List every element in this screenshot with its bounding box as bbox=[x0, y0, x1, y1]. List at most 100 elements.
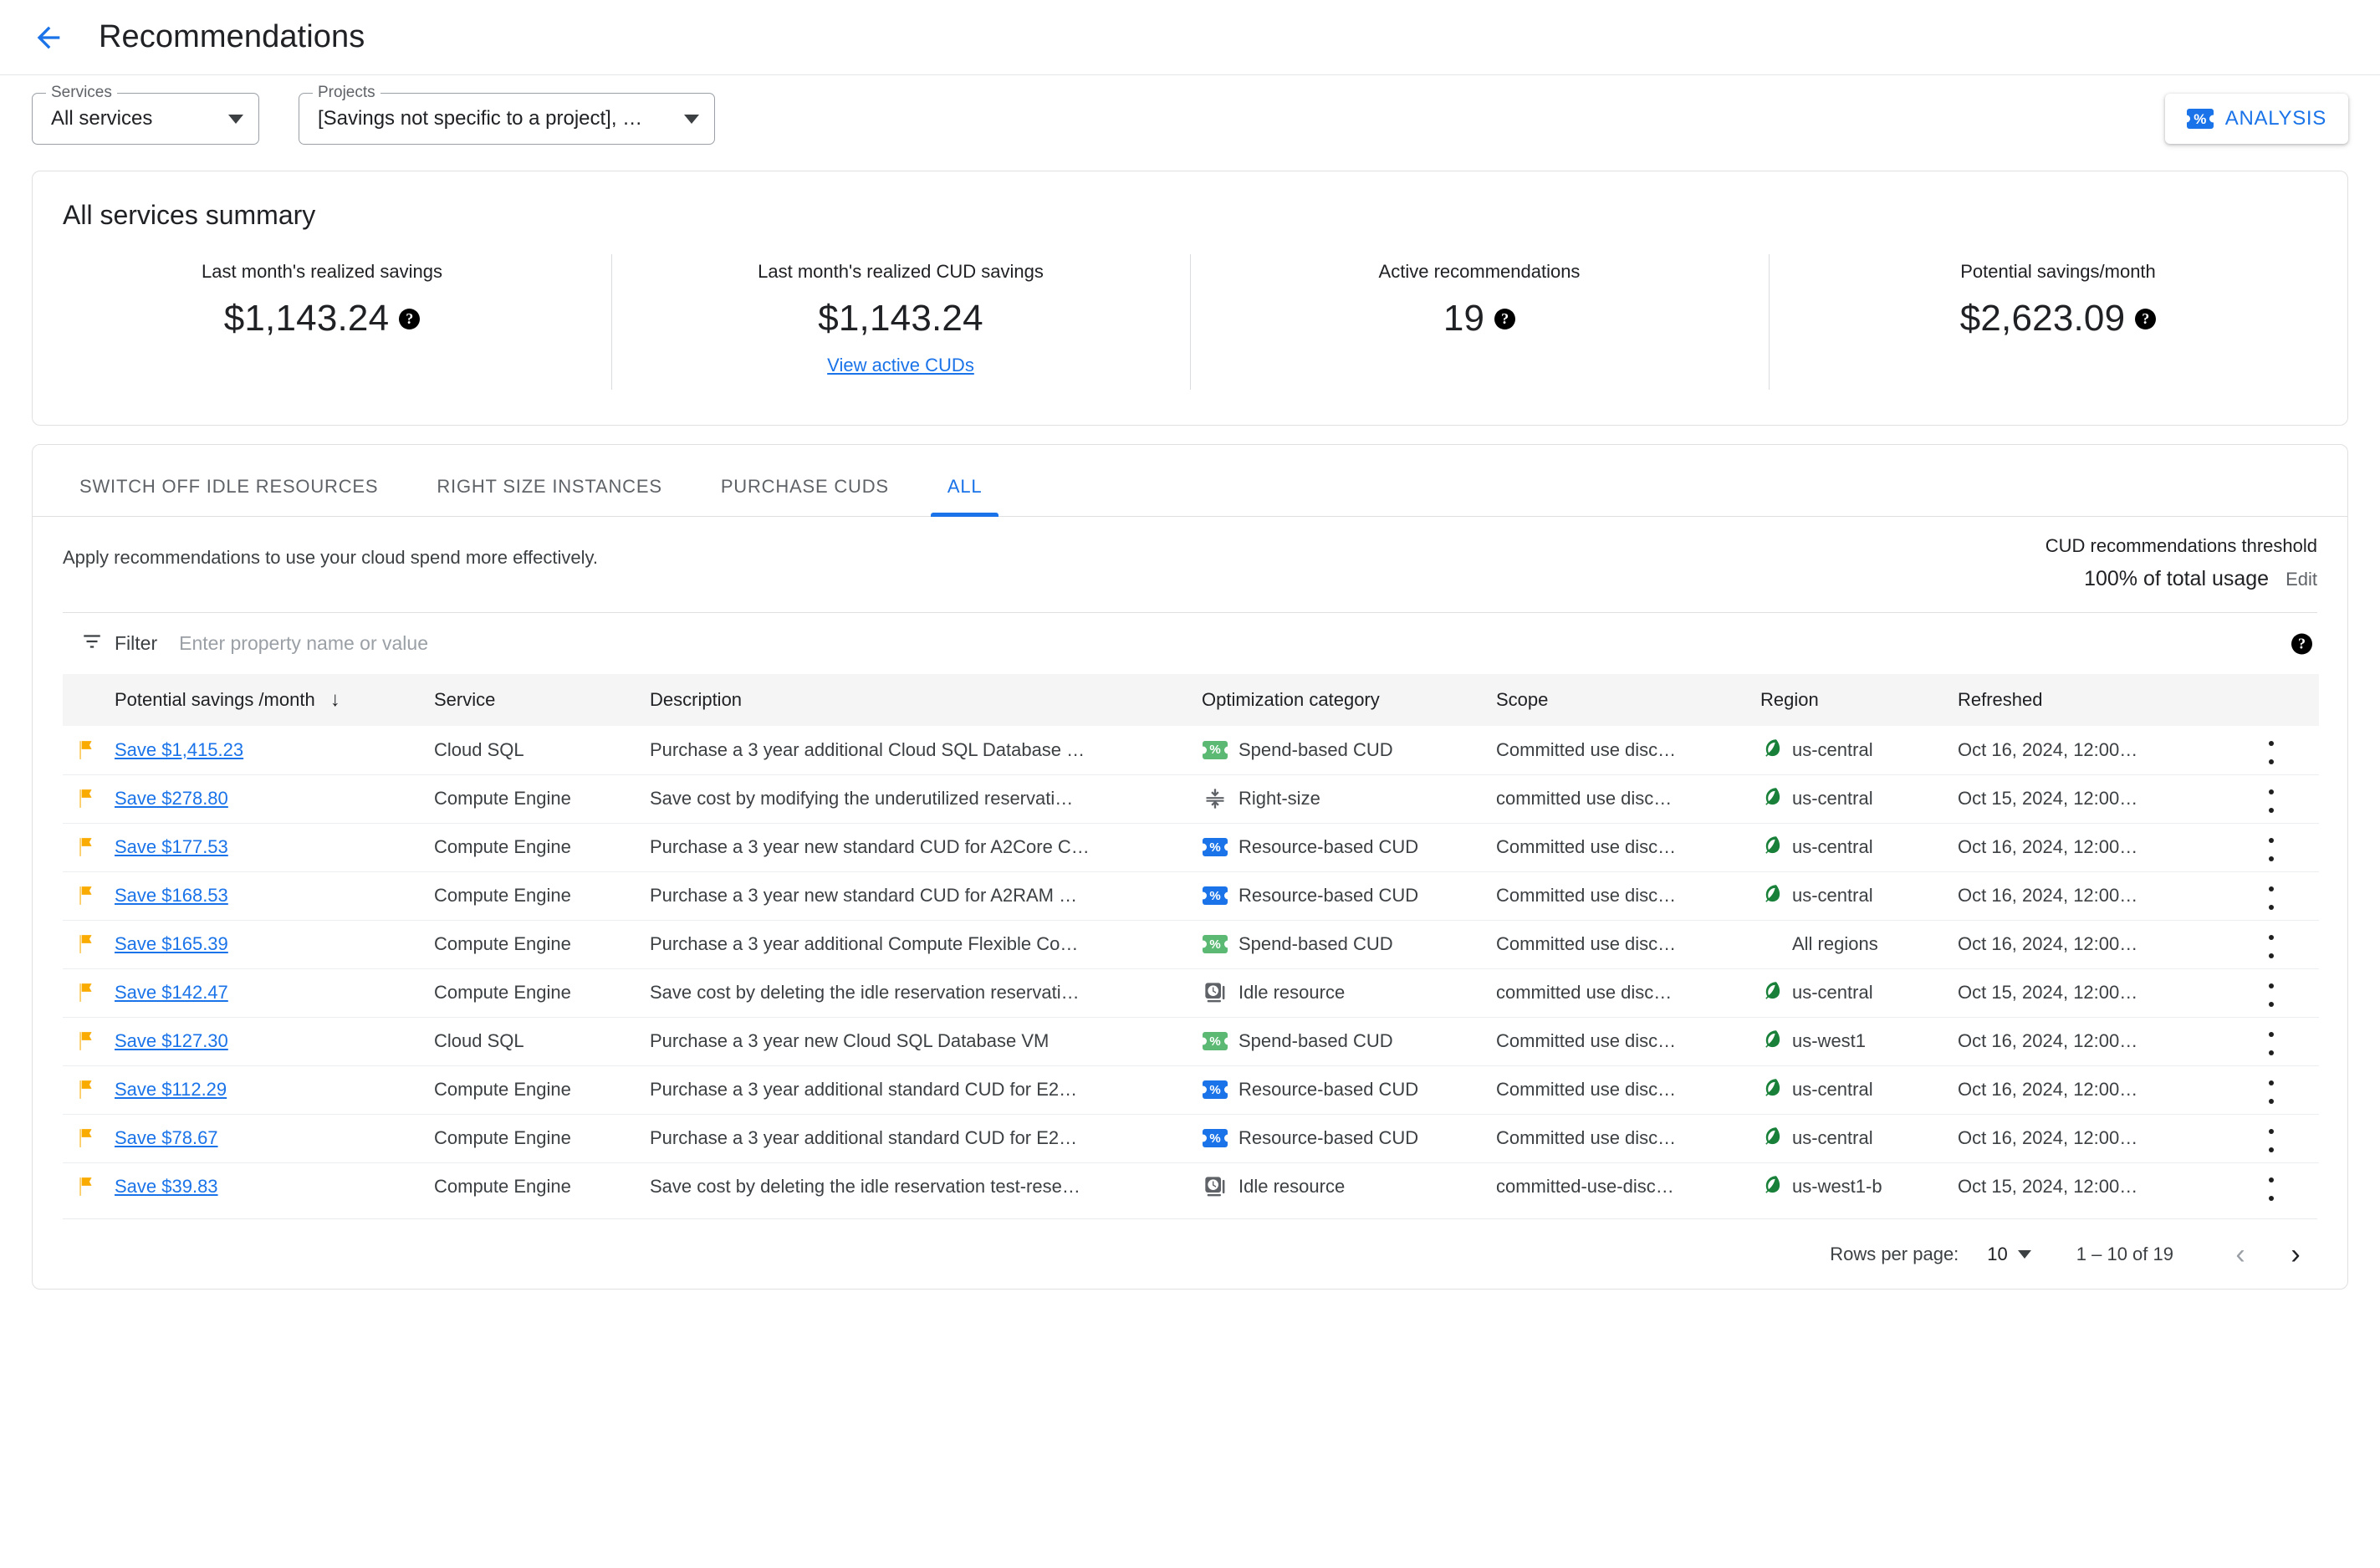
services-select-legend: Services bbox=[46, 84, 117, 101]
leaf-icon bbox=[1760, 1028, 1782, 1055]
flag-icon bbox=[74, 786, 98, 811]
savings-link[interactable]: Save $39.83 bbox=[115, 1176, 218, 1197]
row-region-cell: us-central bbox=[1752, 968, 1949, 1017]
row-savings-cell: Save $165.39 bbox=[106, 920, 426, 968]
table-header-row: Potential savings /month ↓ Service Descri… bbox=[63, 674, 2319, 726]
metric-label: Potential savings/month bbox=[1960, 261, 2156, 282]
rows-per-page-value: 10 bbox=[1987, 1243, 2008, 1264]
row-actions-cell bbox=[2260, 823, 2319, 871]
row-savings-cell: Save $142.47 bbox=[106, 968, 426, 1017]
table-row[interactable]: Save $127.30 Cloud SQL Purchase a 3 year n… bbox=[63, 1017, 2319, 1065]
row-category-cell: % Resource-based CUD bbox=[1193, 1114, 1488, 1162]
table-row[interactable]: Save $78.67 Compute Engine Purchase a 3 ye… bbox=[63, 1114, 2319, 1162]
analysis-button[interactable]: % ANALYSIS bbox=[2164, 94, 2348, 144]
savings-link[interactable]: Save $1,415.23 bbox=[115, 739, 243, 760]
row-savings-cell: Save $78.67 bbox=[106, 1114, 426, 1162]
row-service-cell: Cloud SQL bbox=[434, 738, 524, 760]
table-row[interactable]: Save $165.39 Compute Engine Purchase a 3 y… bbox=[63, 920, 2319, 968]
row-description-cell: Purchase a 3 year additional Cloud SQL D… bbox=[650, 738, 1085, 760]
back-button[interactable] bbox=[25, 14, 72, 61]
table-row[interactable]: Save $39.83 Compute Engine Save cost by de… bbox=[63, 1162, 2319, 1211]
metric-potential-savings: Potential savings/month $2,623.09 ? bbox=[1769, 254, 2347, 411]
table-row[interactable]: Save $168.53 Compute Engine Purchase a 3 y… bbox=[63, 871, 2319, 920]
row-scope-cell: Committed use disc… bbox=[1496, 885, 1677, 906]
projects-select-legend: Projects bbox=[313, 84, 380, 101]
column-actions bbox=[2260, 674, 2319, 726]
savings-link[interactable]: Save $112.29 bbox=[115, 1079, 227, 1100]
tab-switch-off-idle-resources[interactable]: SWITCH OFF IDLE RESOURCES bbox=[63, 476, 395, 516]
savings-link[interactable]: Save $142.47 bbox=[115, 982, 228, 1003]
tab-right-size-instances[interactable]: RIGHT SIZE INSTANCES bbox=[420, 476, 678, 516]
savings-link[interactable]: Save $278.80 bbox=[115, 788, 228, 809]
view-active-cuds-link[interactable]: View active CUDs bbox=[827, 355, 974, 376]
table-row[interactable]: Save $1,415.23 Cloud SQL Purchase a 3 year… bbox=[63, 726, 2319, 774]
column-service[interactable]: Service bbox=[426, 674, 641, 726]
metric-realized-cud-savings: Last month's realized CUD savings $1,143… bbox=[611, 254, 1190, 411]
rows-per-page-select[interactable]: 10 bbox=[1987, 1243, 2031, 1265]
row-category-cell: Idle resource bbox=[1193, 968, 1488, 1017]
metric-value: $1,143.24 bbox=[223, 298, 390, 339]
help-circle-icon[interactable]: ? bbox=[1494, 308, 1516, 329]
metric-label: Active recommendations bbox=[1378, 261, 1581, 282]
row-actions-cell bbox=[2260, 1162, 2319, 1211]
cud-threshold-value: 100% of total usage bbox=[2084, 567, 2270, 590]
row-actions-cell bbox=[2260, 1114, 2319, 1162]
metric-value: 19 bbox=[1443, 298, 1485, 339]
filter-input[interactable] bbox=[179, 632, 682, 655]
services-select[interactable]: Services All services bbox=[32, 84, 259, 145]
tab-all[interactable]: ALL bbox=[930, 476, 999, 517]
row-refreshed-cell: Oct 16, 2024, 12:00… bbox=[1958, 1030, 2138, 1051]
row-region-cell: us-central bbox=[1752, 871, 1949, 920]
previous-page-button[interactable]: ‹ bbox=[2219, 1233, 2262, 1276]
table-row[interactable]: Save $177.53 Compute Engine Purchase a 3 y… bbox=[63, 823, 2319, 871]
flag-icon bbox=[74, 1126, 98, 1151]
row-scope-cell: Committed use disc… bbox=[1496, 1030, 1677, 1051]
column-optimization-category[interactable]: Optimization category bbox=[1193, 674, 1488, 726]
table-header: Potential savings /month ↓ Service Descri… bbox=[63, 674, 2319, 726]
next-page-button[interactable]: › bbox=[2274, 1233, 2317, 1276]
recommendations-card: SWITCH OFF IDLE RESOURCES RIGHT SIZE INS… bbox=[32, 444, 2348, 1290]
row-actions-cell bbox=[2260, 871, 2319, 920]
help-circle-icon[interactable]: ? bbox=[2291, 633, 2312, 654]
summary-card: All services summary Last month's realiz… bbox=[32, 171, 2348, 426]
column-region[interactable]: Region bbox=[1752, 674, 1949, 726]
row-refreshed-cell: Oct 16, 2024, 12:00… bbox=[1958, 738, 2138, 760]
column-refreshed[interactable]: Refreshed bbox=[1949, 674, 2260, 726]
cud-threshold-edit-button[interactable]: Edit bbox=[2286, 569, 2317, 590]
savings-link[interactable]: Save $165.39 bbox=[115, 933, 228, 954]
row-refreshed-cell: Oct 15, 2024, 12:00… bbox=[1958, 982, 2138, 1003]
table-row[interactable]: Save $112.29 Compute Engine Purchase a 3 y… bbox=[63, 1065, 2319, 1114]
row-refreshed-cell: Oct 16, 2024, 12:00… bbox=[1958, 1127, 2138, 1148]
row-region-cell: us-central bbox=[1752, 1114, 1949, 1162]
column-label: Potential savings /month bbox=[115, 689, 315, 710]
leaf-icon bbox=[1760, 834, 1782, 861]
row-description-cell: Purchase a 3 year new Cloud SQL Database… bbox=[650, 1030, 1050, 1051]
help-circle-icon[interactable]: ? bbox=[2135, 308, 2157, 329]
row-savings-cell: Save $177.53 bbox=[106, 823, 426, 871]
ticket-percent-green-icon: % bbox=[1202, 934, 1228, 954]
ticket-percent-blue-icon: % bbox=[1202, 1128, 1228, 1148]
chevron-down-icon bbox=[684, 114, 699, 124]
leaf-icon bbox=[1760, 1125, 1782, 1152]
row-flag-cell bbox=[63, 1162, 106, 1211]
column-scope[interactable]: Scope bbox=[1488, 674, 1752, 726]
row-service-cell: Compute Engine bbox=[434, 1176, 571, 1198]
recommendations-table: Potential savings /month ↓ Service Descri… bbox=[63, 674, 2319, 1211]
table-row[interactable]: Save $278.80 Compute Engine Save cost by m… bbox=[63, 774, 2319, 823]
savings-link[interactable]: Save $78.67 bbox=[115, 1127, 218, 1148]
row-flag-cell bbox=[63, 1114, 106, 1162]
savings-link[interactable]: Save $127.30 bbox=[115, 1030, 228, 1051]
row-region-cell: All regions bbox=[1792, 933, 1878, 954]
tab-purchase-cuds[interactable]: PURCHASE CUDS bbox=[704, 476, 906, 516]
projects-select[interactable]: Projects [Savings not specific to a proj… bbox=[299, 84, 715, 145]
sort-desc-icon: ↓ bbox=[329, 688, 340, 711]
table-row[interactable]: Save $142.47 Compute Engine Save cost by d… bbox=[63, 968, 2319, 1017]
column-description[interactable]: Description bbox=[641, 674, 1193, 726]
savings-link[interactable]: Save $177.53 bbox=[115, 836, 228, 857]
ticket-percent-green-icon: % bbox=[1202, 740, 1228, 760]
row-savings-cell: Save $278.80 bbox=[106, 774, 426, 823]
row-flag-cell bbox=[63, 920, 106, 968]
savings-link[interactable]: Save $168.53 bbox=[115, 885, 228, 906]
column-potential-savings[interactable]: Potential savings /month ↓ bbox=[106, 674, 426, 726]
help-circle-icon[interactable]: ? bbox=[399, 308, 421, 329]
